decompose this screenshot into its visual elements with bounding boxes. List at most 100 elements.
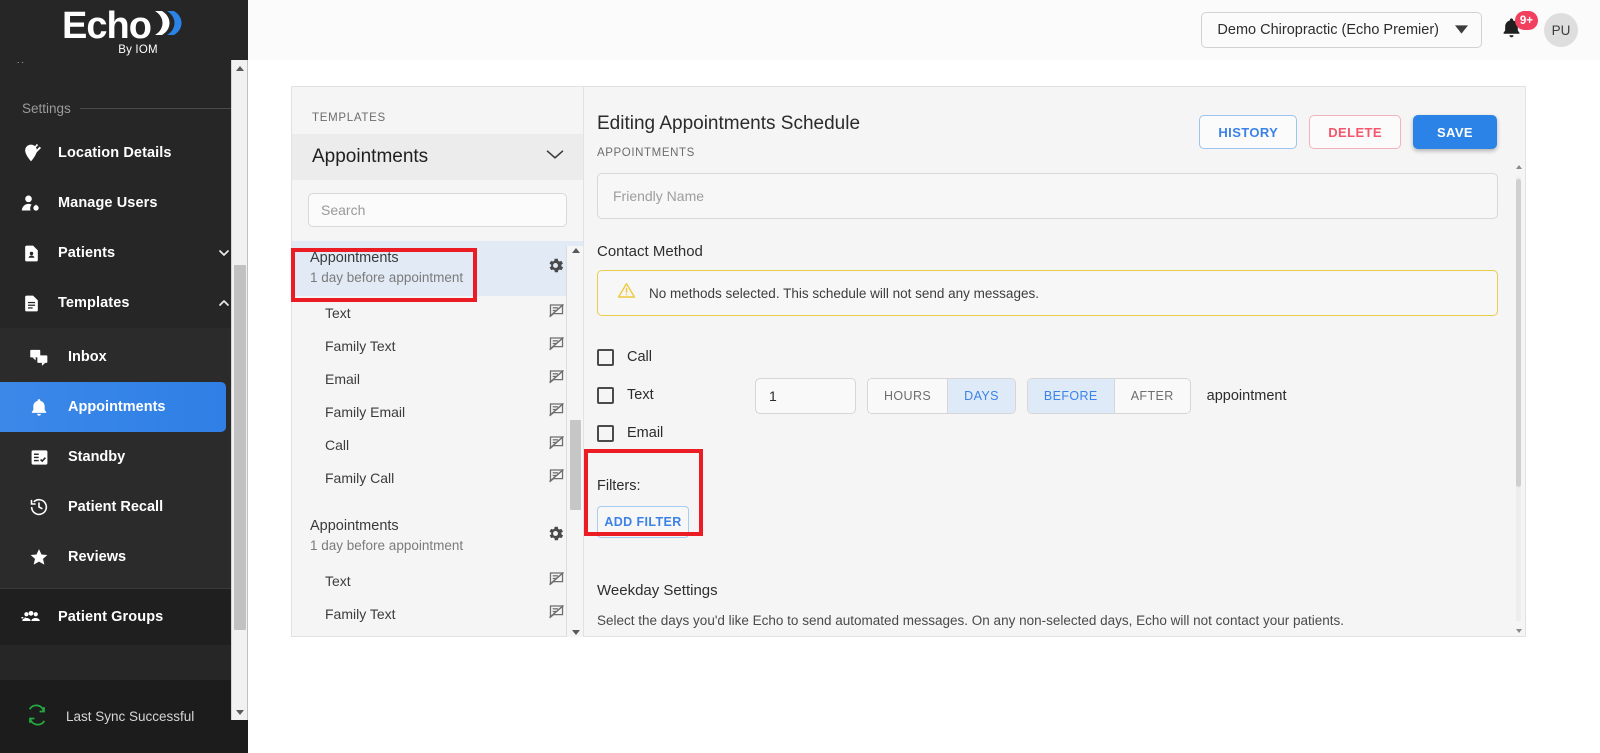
sidebar-item-patient-recall[interactable]: Patient Recall — [0, 482, 248, 532]
sidebar-item-standby[interactable]: Standby — [0, 432, 248, 482]
method-checkbox-text[interactable]: Text — [597, 376, 755, 414]
templates-category-header[interactable]: Appointments — [292, 134, 583, 180]
method-label: Text — [627, 387, 654, 403]
avatar[interactable]: PU — [1544, 13, 1578, 47]
sidebar-item-manage-users[interactable]: Manage Users — [0, 178, 248, 228]
sidebar-item-patients[interactable]: Patients — [0, 228, 248, 278]
checklist-icon — [28, 446, 50, 468]
scroll-up-arrow-icon[interactable] — [1513, 165, 1524, 169]
timing-direction-before-option[interactable]: BEFORE — [1027, 378, 1114, 413]
checkbox-unchecked-icon[interactable] — [597, 424, 614, 442]
speaker-notes-off-icon[interactable] — [548, 401, 565, 423]
template-document-icon — [20, 292, 42, 314]
templates-scrollbar-thumb[interactable] — [570, 420, 581, 510]
sidebar-item-reviews[interactable]: Reviews — [0, 532, 248, 582]
divider — [79, 107, 234, 109]
timing-direction-after-option[interactable]: AFTER — [1113, 378, 1190, 413]
sidebar-group-settings: Settings — [0, 88, 248, 128]
method-checkbox-email[interactable]: Email — [597, 414, 755, 452]
speaker-notes-off-icon[interactable] — [548, 368, 565, 390]
template-child-row[interactable]: Call — [292, 428, 583, 461]
sidebar-footer-sync-status: Last Sync Successful — [0, 680, 248, 753]
gear-icon[interactable] — [546, 524, 565, 548]
timing-suffix-label: appointment — [1206, 387, 1287, 404]
template-group-title: Appointments — [310, 250, 399, 266]
chevron-down-icon[interactable] — [545, 148, 565, 166]
sidebar-subitem-label: Standby — [68, 449, 126, 465]
add-filter-button[interactable]: ADD FILTER — [597, 506, 689, 538]
sidebar-item-patient-groups[interactable]: Patient Groups — [0, 589, 248, 645]
bell-icon — [1500, 18, 1523, 45]
sidebar-partial-item[interactable]: ·· — [0, 62, 248, 88]
delete-button[interactable]: DELETE — [1309, 115, 1401, 149]
scroll-down-arrow-icon[interactable] — [1513, 629, 1524, 633]
templates-search-wrapper — [292, 180, 583, 241]
sidebar-scrollbar[interactable] — [231, 60, 248, 720]
scroll-down-arrow-icon[interactable] — [567, 630, 584, 635]
notifications-button[interactable]: 9+ — [1500, 11, 1538, 45]
timing-unit-days-option[interactable]: DAYS — [947, 378, 1015, 413]
template-child-row[interactable]: Family Text — [292, 597, 583, 630]
save-button[interactable]: SAVE — [1412, 115, 1497, 149]
templates-scrollbar[interactable] — [566, 246, 583, 637]
editor-header-titles: Editing Appointments Schedule APPOINTMEN… — [597, 113, 1199, 159]
template-group-row[interactable]: Appointments 1 day before appointment — [292, 509, 583, 564]
sidebar-subitem-label: Reviews — [68, 549, 127, 565]
warning-triangle-icon — [617, 281, 636, 305]
editor-action-buttons: HISTORY DELETE SAVE — [1199, 115, 1497, 149]
method-checkbox-call[interactable]: Call — [597, 338, 755, 376]
notification-badge: 9+ — [1514, 11, 1538, 30]
organization-selector[interactable]: Demo Chiropractic (Echo Premier) — [1201, 12, 1482, 48]
history-button[interactable]: HISTORY — [1199, 115, 1298, 149]
logo-text: Echo — [62, 4, 152, 47]
sidebar-item-location-details[interactable]: Location Details — [0, 128, 248, 178]
template-group-subtitle: 1 day before appointment — [310, 538, 464, 553]
timing-direction-toggle-group: BEFORE AFTER — [1026, 377, 1191, 414]
timing-controls: HOURS DAYS BEFORE AFTER appointment — [755, 339, 1286, 452]
speaker-notes-off-icon[interactable] — [548, 570, 565, 592]
template-child-label: Family Call — [325, 469, 395, 486]
weekday-settings-description: Select the days you'd like Echo to send … — [597, 613, 1345, 628]
speaker-notes-off-icon[interactable] — [548, 302, 565, 324]
templates-kicker: TEMPLATES — [312, 112, 386, 124]
template-child-row[interactable]: Family Call — [292, 461, 583, 494]
scroll-up-arrow-icon[interactable] — [232, 60, 248, 76]
speaker-notes-off-icon[interactable] — [548, 467, 565, 489]
chevron-down-icon[interactable] — [216, 245, 232, 261]
template-child-row[interactable]: Email — [292, 362, 583, 395]
sidebar-scroll-area: ·· Settings Location Details — [0, 62, 248, 753]
timing-unit-hours-option[interactable]: HOURS — [868, 378, 948, 413]
editor-scrollbar-thumb[interactable] — [1516, 179, 1521, 487]
friendly-name-input[interactable] — [597, 173, 1498, 219]
scroll-up-arrow-icon[interactable] — [567, 248, 584, 253]
chevron-up-icon[interactable] — [216, 295, 232, 311]
templates-list: Appointments 1 day before appointment Te… — [292, 241, 583, 630]
logo-subtitle: By IOM — [118, 44, 158, 56]
template-child-row[interactable]: Text — [292, 296, 583, 329]
sidebar-item-appointments[interactable]: Appointments — [0, 382, 226, 432]
speaker-notes-off-icon[interactable] — [548, 603, 565, 625]
contact-methods-checkbox-column: Call Text Email — [597, 338, 755, 452]
sidebar-item-inbox[interactable]: Inbox — [0, 332, 248, 382]
app-root: Echo By IOM ·· Settings — [0, 0, 1600, 753]
checkbox-unchecked-icon[interactable] — [597, 386, 614, 404]
sidebar-scrollbar-thumb[interactable] — [234, 265, 246, 630]
timing-unit-toggle-group: HOURS DAYS — [867, 377, 1016, 414]
weekday-settings-title: Weekday Settings — [597, 582, 718, 599]
warning-text: No methods selected. This schedule will … — [649, 285, 1039, 301]
template-child-row[interactable]: Family Email — [292, 395, 583, 428]
editor-scrollbar[interactable] — [1513, 165, 1524, 633]
template-child-row[interactable]: Family Text — [292, 329, 583, 362]
speaker-notes-off-icon[interactable] — [548, 434, 565, 456]
search-input[interactable] — [308, 193, 567, 227]
sidebar-bottom-section: Patient Groups — [0, 589, 248, 645]
app-logo: Echo By IOM — [0, 0, 248, 62]
sidebar-item-templates[interactable]: Templates — [0, 278, 248, 328]
checkbox-unchecked-icon[interactable] — [597, 348, 614, 366]
template-child-row[interactable]: Text — [292, 564, 583, 597]
scroll-down-arrow-icon[interactable] — [232, 704, 248, 720]
template-group-row[interactable]: Appointments 1 day before appointment — [292, 241, 583, 296]
speaker-notes-off-icon[interactable] — [548, 335, 565, 357]
timing-amount-input[interactable] — [755, 377, 856, 414]
gear-icon[interactable] — [546, 256, 565, 280]
